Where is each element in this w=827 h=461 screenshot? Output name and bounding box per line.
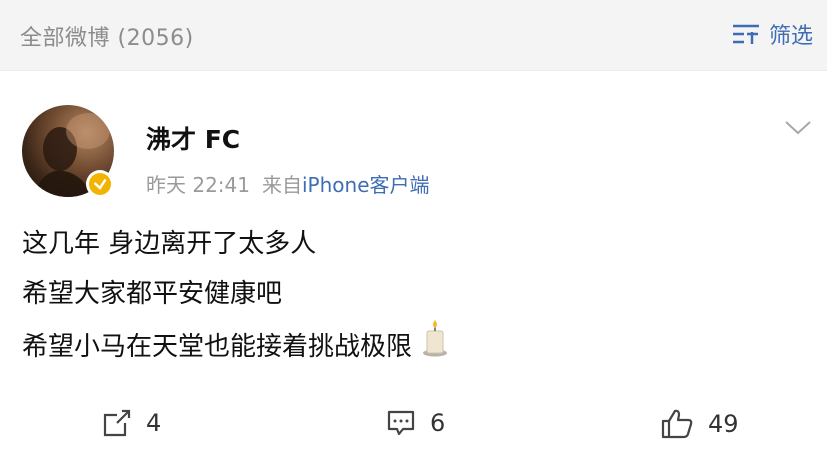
post-meta: 昨天 22:41 来自iPhone客户端 (146, 169, 430, 198)
post-line-with-emoji: 希望小马在天堂也能接着挑战极限 (22, 319, 448, 374)
post-content: 这几年 身边离开了太多人 希望大家都平安健康吧 希望小马在天堂也能接着挑战极限 (22, 219, 448, 374)
thumbs-up-icon (661, 409, 693, 439)
action-bar: 4 6 49 (0, 408, 827, 452)
filter-button[interactable]: 筛选 (731, 18, 813, 50)
comment-button[interactable]: 6 (386, 408, 445, 438)
post-card: 沸才 FC 昨天 22:41 来自iPhone客户端 这几年 身边离开了太多人 希… (0, 71, 827, 461)
like-button[interactable]: 49 (660, 408, 739, 440)
like-count: 49 (708, 410, 739, 438)
username[interactable]: 沸才 FC (146, 120, 240, 156)
post-time: 昨天 22:41 (146, 173, 250, 197)
repost-count: 4 (146, 409, 162, 437)
verified-badge (86, 170, 114, 198)
source-prefix: 来自 (262, 173, 302, 197)
filter-label: 筛选 (768, 24, 813, 49)
candle-emoji-icon (422, 319, 448, 374)
repost-button[interactable]: 4 (102, 408, 161, 438)
comment-count: 6 (430, 409, 446, 437)
post-source[interactable]: iPhone客户端 (302, 173, 430, 197)
all-posts-count[interactable]: 全部微博 (2056) (20, 20, 194, 52)
filter-icon (731, 22, 761, 46)
post-line: 这几年 身边离开了太多人 (22, 229, 317, 259)
post-line: 希望大家都平安健康吧 (22, 279, 283, 309)
comment-icon (387, 410, 415, 436)
top-bar: 全部微博 (2056) 筛选 (0, 0, 827, 71)
checkmark-icon (93, 178, 107, 190)
chevron-down-icon[interactable] (783, 119, 813, 141)
repost-icon (103, 409, 131, 437)
post-line: 希望小马在天堂也能接着挑战极限 (22, 331, 413, 362)
